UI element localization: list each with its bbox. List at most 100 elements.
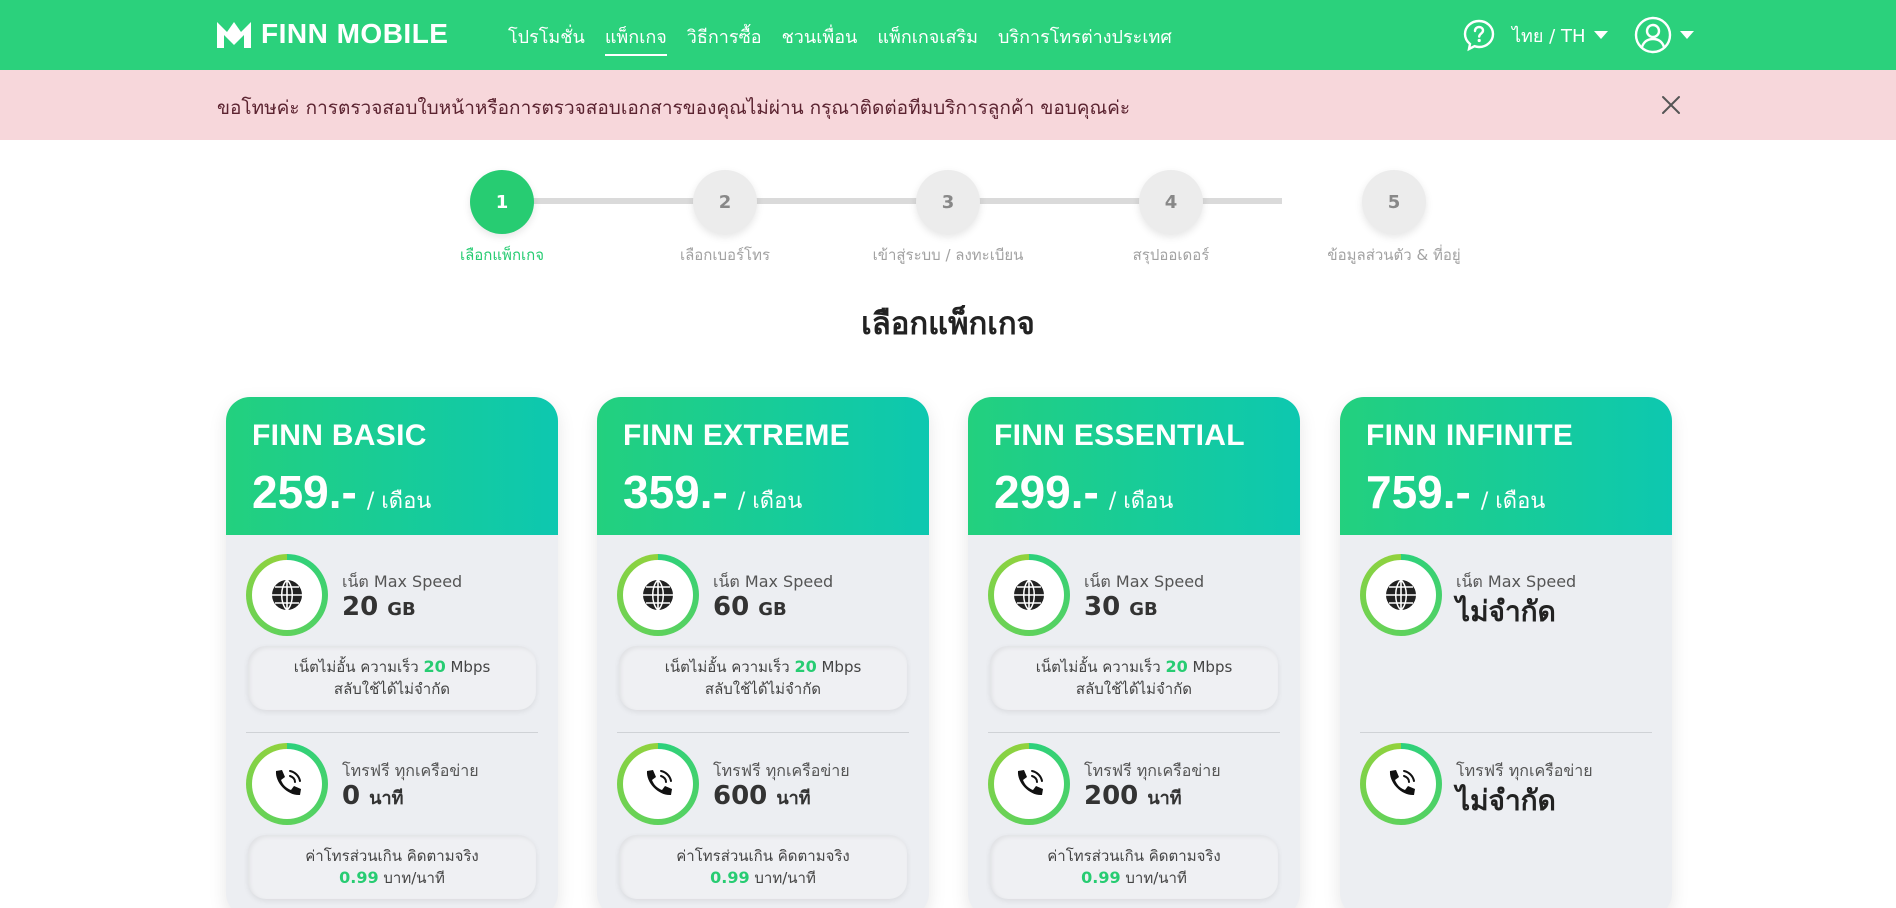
nav-item-addon-packages[interactable]: แพ็กเกจเสริม xyxy=(877,22,978,56)
nav-item-promotion[interactable]: โปรโมชั่น xyxy=(508,22,585,56)
step-1-label: เลือกแพ็กเกจ xyxy=(459,246,545,264)
main-menu: โปรโมชั่น แพ็กเกจ วิธีการซื้อ ชวนเพื่อน … xyxy=(508,22,1172,56)
chevron-down-icon xyxy=(1593,31,1608,39)
nav-item-how-to-buy[interactable]: วิธีการซื้อ xyxy=(687,22,762,56)
speed-prefix: เน็ตไม่อั้น ความเร็ว xyxy=(664,658,790,676)
extra-call-info: ค่าโทรส่วนเกิน คิดตามจริง 0.99 บาท/นาที xyxy=(990,835,1278,899)
step-3[interactable]: 3 xyxy=(916,170,980,234)
step-4[interactable]: 4 xyxy=(1139,170,1203,234)
plan-header: FINN BASIC 259.- / เดือน xyxy=(226,397,558,535)
question-bubble-icon[interactable] xyxy=(1462,18,1496,52)
step-2[interactable]: 2 xyxy=(693,170,757,234)
data-amount: 60 GB xyxy=(713,592,787,622)
call-unit: นาที xyxy=(1147,788,1182,809)
step-4-label: สรุปออเดอร์ xyxy=(1132,246,1210,264)
alert-message: ขอโทษค่ะ การตรวจสอบใบหน้าหรือการตรวจสอบเ… xyxy=(217,97,1131,119)
nav-item-international-call[interactable]: บริการโทรต่างประเทศ xyxy=(998,22,1172,56)
extra-call-rate: 0.99 xyxy=(710,868,750,887)
call-value: ไม่จำกัด xyxy=(1456,784,1556,817)
phone-icon xyxy=(1389,770,1415,796)
data-feature: เน็ต Max Speed 30 GB xyxy=(988,554,1280,640)
data-feature: เน็ต Max Speed 60 GB xyxy=(617,554,909,640)
call-value: 600 xyxy=(713,781,768,811)
close-icon[interactable] xyxy=(1660,94,1682,116)
data-value: 60 xyxy=(713,592,750,622)
globe-icon xyxy=(643,579,673,611)
speed-note: สลับใช้ได้ไม่จำกัด xyxy=(1075,680,1193,698)
call-value: 200 xyxy=(1084,781,1139,811)
price-period: / เดือน xyxy=(1480,489,1546,514)
plan-price: 759.- / เดือน xyxy=(1366,465,1646,519)
phone-icon xyxy=(1017,770,1043,796)
extra-call-rate: 0.99 xyxy=(1081,868,1121,887)
speed-prefix: เน็ตไม่อั้น ความเร็ว xyxy=(293,658,419,676)
globe-icon xyxy=(272,579,302,611)
phone-icon-ring xyxy=(246,743,328,825)
extra-call-rate: 0.99 xyxy=(339,868,379,887)
nav-item-invite-friends[interactable]: ชวนเพื่อน xyxy=(782,22,858,56)
extra-call-note: ค่าโทรส่วนเกิน คิดตามจริง xyxy=(1047,847,1221,865)
divider xyxy=(246,732,538,733)
step-1[interactable]: 1 xyxy=(470,170,534,234)
data-amount: 20 GB xyxy=(342,592,416,622)
plan-price: 359.- / เดือน xyxy=(623,465,903,519)
data-value: 30 xyxy=(1084,592,1121,622)
price-value: 259.- xyxy=(252,466,357,518)
price-value: 359.- xyxy=(623,466,728,518)
plan-header: FINN ESSENTIAL 299.- / เดือน xyxy=(968,397,1300,535)
data-amount: 30 GB xyxy=(1084,592,1158,622)
speed-unit: Mbps xyxy=(821,658,862,676)
call-amount: 0 นาที xyxy=(342,781,403,812)
globe-icon xyxy=(1386,579,1416,611)
data-unit: GB xyxy=(1129,599,1158,620)
divider xyxy=(1360,732,1652,733)
phone-icon-ring xyxy=(1360,743,1442,825)
speed-prefix: เน็ตไม่อั้น ความเร็ว xyxy=(1035,658,1161,676)
error-alert: ขอโทษค่ะ การตรวจสอบใบหน้าหรือการตรวจสอบเ… xyxy=(0,70,1896,140)
price-value: 759.- xyxy=(1366,466,1471,518)
plan-card-essential[interactable]: FINN ESSENTIAL 299.- / เดือน เน็ต Max Sp… xyxy=(968,397,1300,908)
extra-call-note: ค่าโทรส่วนเกิน คิดตามจริง xyxy=(305,847,479,865)
speed-value: 20 xyxy=(1165,657,1188,676)
plan-card-infinite[interactable]: FINN INFINITE 759.- / เดือน เน็ต Max Spe… xyxy=(1340,397,1672,908)
plan-price: 259.- / เดือน xyxy=(252,465,532,519)
call-unit: นาที xyxy=(776,788,811,809)
language-label: ไทย / TH xyxy=(1512,25,1586,47)
plan-name: FINN EXTREME xyxy=(623,419,850,452)
divider xyxy=(988,732,1280,733)
header-tools: ไทย / TH xyxy=(1462,16,1694,54)
user-menu[interactable] xyxy=(1624,16,1694,54)
plan-name: FINN INFINITE xyxy=(1366,419,1574,452)
globe-icon-ring xyxy=(988,554,1070,636)
step-5[interactable]: 5 xyxy=(1362,170,1426,234)
plan-card-basic[interactable]: FINN BASIC 259.- / เดือน เน็ต Max Speed … xyxy=(226,397,558,908)
call-amount: 600 นาที xyxy=(713,781,811,812)
call-unit: นาที xyxy=(369,788,404,809)
call-amount: 200 นาที xyxy=(1084,781,1182,812)
speed-note: สลับใช้ได้ไม่จำกัด xyxy=(704,680,822,698)
data-value: 20 xyxy=(342,592,379,622)
phone-icon xyxy=(275,770,301,796)
call-feature: โทรฟรี ทุกเครือข่าย ไม่จำกัด xyxy=(1360,743,1652,829)
extra-call-unit: บาท/นาที xyxy=(383,869,445,887)
brand-logo[interactable]: FINN MOBILE xyxy=(215,18,449,50)
brand-name: FINN MOBILE xyxy=(261,18,449,49)
extra-call-info: ค่าโทรส่วนเกิน คิดตามจริง 0.99 บาท/นาที xyxy=(248,835,536,899)
price-period: / เดือน xyxy=(366,489,432,514)
step-5-label: ข้อมูลส่วนตัว & ที่อยู่ xyxy=(1327,246,1461,264)
extra-call-info: ค่าโทรส่วนเกิน คิดตามจริง 0.99 บาท/นาที xyxy=(619,835,907,899)
nav-item-packages[interactable]: แพ็กเกจ xyxy=(604,22,667,56)
price-value: 299.- xyxy=(994,466,1099,518)
extra-call-unit: บาท/นาที xyxy=(1125,869,1187,887)
top-nav: FINN MOBILE โปรโมชั่น แพ็กเกจ วิธีการซื้… xyxy=(0,0,1896,70)
language-selector[interactable]: ไทย / TH xyxy=(1512,21,1608,50)
plan-card-extreme[interactable]: FINN EXTREME 359.- / เดือน เน็ต Max Spee… xyxy=(597,397,929,908)
phone-icon-ring xyxy=(617,743,699,825)
speed-value: 20 xyxy=(794,657,817,676)
speed-unit: Mbps xyxy=(450,658,491,676)
price-period: / เดือน xyxy=(737,489,803,514)
data-unit: GB xyxy=(387,599,416,620)
phone-icon xyxy=(646,770,672,796)
speed-info: เน็ตไม่อั้น ความเร็ว 20 Mbps สลับใช้ได้ไ… xyxy=(248,646,536,710)
price-period: / เดือน xyxy=(1108,489,1174,514)
